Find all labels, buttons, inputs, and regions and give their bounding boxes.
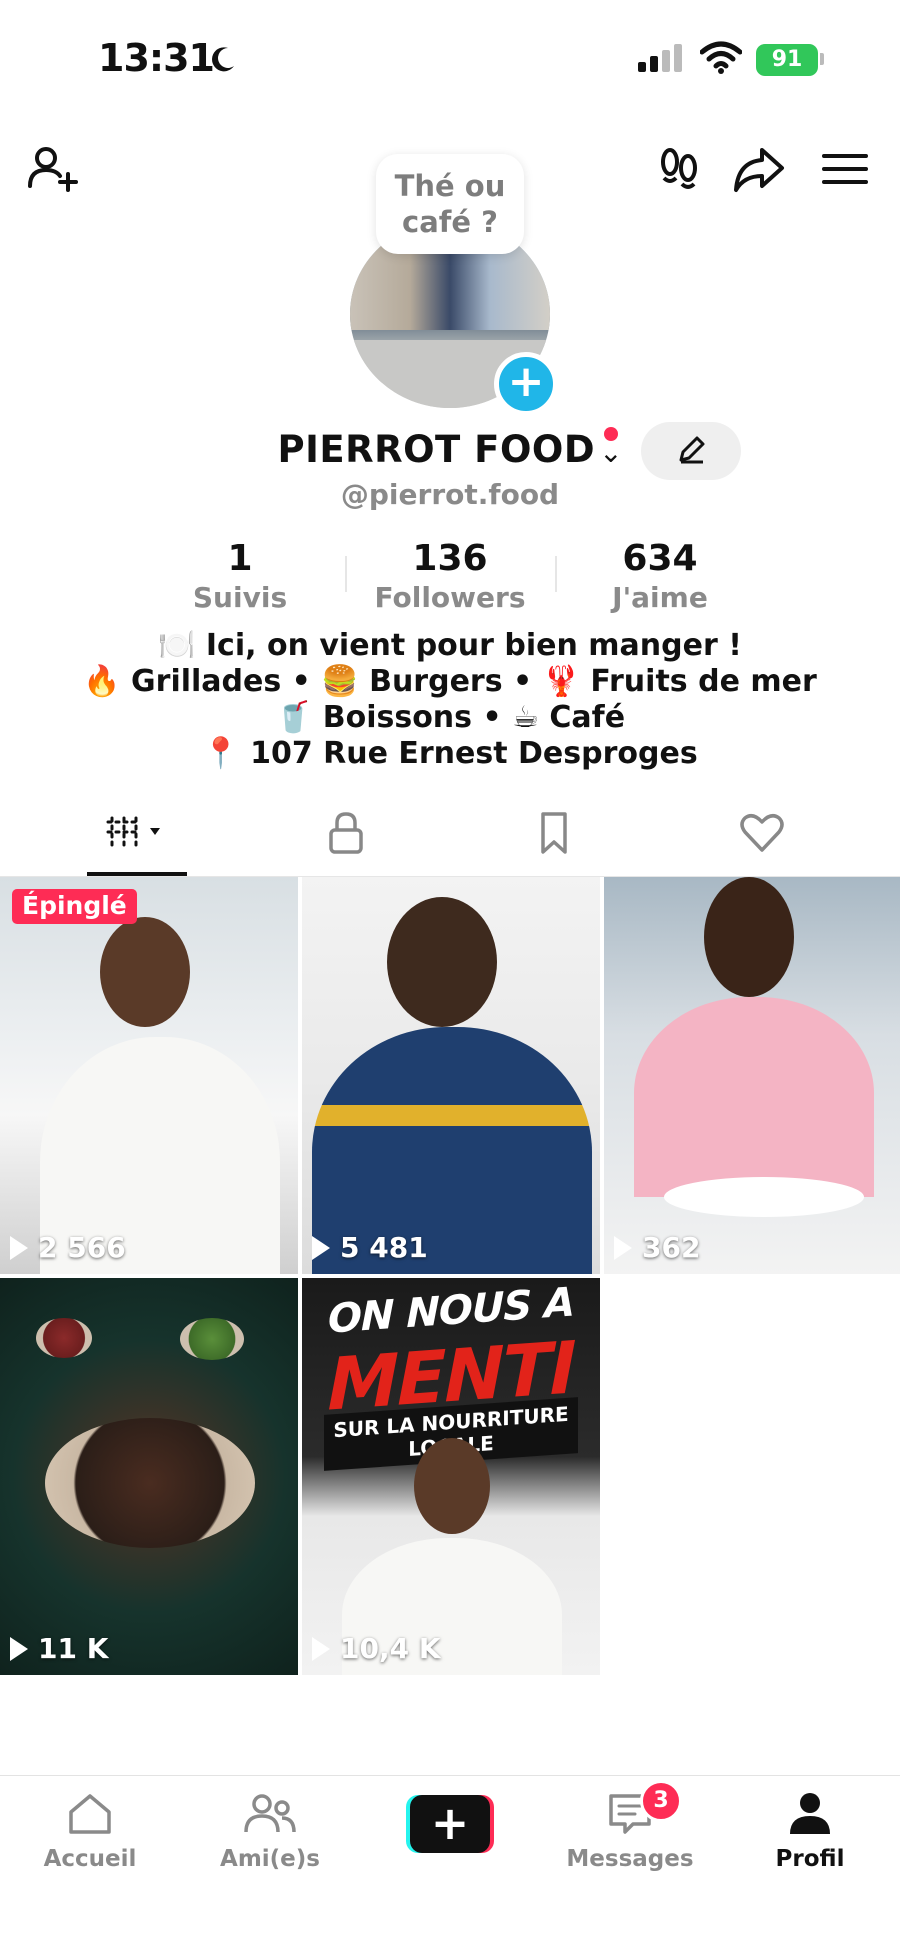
- status-note-bubble[interactable]: Thé ou café ?: [376, 154, 524, 254]
- view-count-value: 5 481: [340, 1231, 428, 1264]
- heart-icon: [739, 814, 784, 852]
- play-icon: [312, 1637, 330, 1661]
- wifi-icon: [700, 41, 742, 74]
- status-time: 13:31: [98, 36, 215, 80]
- battery-level: 91: [771, 47, 803, 72]
- stat-divider: [555, 556, 557, 592]
- stat-likes-value: 634: [622, 538, 698, 579]
- stat-likes[interactable]: 634 J'aime: [570, 538, 750, 614]
- view-count: 10,4 K: [312, 1632, 441, 1665]
- play-icon: [312, 1236, 330, 1260]
- video-thumbnail-person: [704, 877, 794, 997]
- menu-icon[interactable]: [816, 140, 874, 198]
- plus-icon: +: [410, 1795, 490, 1853]
- play-icon: [614, 1236, 632, 1260]
- stat-likes-label: J'aime: [612, 581, 708, 614]
- footprint-icon[interactable]: [650, 140, 708, 198]
- nav-messages[interactable]: Messages: [540, 1790, 720, 1872]
- username: @pierrot.food: [340, 478, 560, 511]
- nav-friends[interactable]: Ami(e)s: [180, 1790, 360, 1872]
- nav-messages-label: Messages: [566, 1846, 694, 1872]
- stat-followers[interactable]: 136 Followers: [360, 538, 540, 614]
- pinned-badge: Épinglé: [12, 889, 137, 924]
- display-name[interactable]: PIERROT FOOD: [277, 428, 595, 471]
- nav-profile[interactable]: Profil: [720, 1790, 900, 1872]
- home-icon: [69, 1794, 111, 1834]
- video-thumbnail-plate: [664, 1177, 864, 1217]
- view-count-value: 11 K: [38, 1632, 109, 1665]
- share-icon[interactable]: [730, 140, 788, 198]
- video-thumbnail-person: [387, 897, 497, 1027]
- cellular-signal-icon: [638, 44, 686, 72]
- tab-saved[interactable]: [441, 808, 666, 872]
- video-thumbnail-dish: [45, 1418, 255, 1548]
- tab-liked[interactable]: [649, 808, 874, 872]
- video-thumbnail-bowl: [36, 1318, 92, 1358]
- view-count-value: 10,4 K: [340, 1632, 441, 1665]
- video-tile[interactable]: 5 481: [302, 877, 600, 1274]
- friends-icon: [244, 1794, 296, 1833]
- bio: 🍽️ Ici, on vient pour bien manger ! 🔥 Gr…: [0, 628, 900, 772]
- tab-private[interactable]: [233, 808, 458, 872]
- view-count: 362: [614, 1231, 700, 1264]
- video-tile[interactable]: 11 K: [0, 1278, 298, 1675]
- messages-badge: 3: [640, 1780, 682, 1822]
- video-thumbnail: [634, 997, 874, 1197]
- tab-videos[interactable]: [25, 808, 250, 872]
- bio-line: 📍 107 Rue Ernest Desproges: [202, 736, 698, 771]
- divider: [0, 1775, 900, 1776]
- stat-following-label: Suivis: [192, 581, 288, 614]
- view-count: 2 566: [10, 1231, 126, 1264]
- battery-indicator: 91: [756, 44, 818, 76]
- bio-line: 🔥 Grillades • 🍔 Burgers • 🦞 Fruits de me…: [83, 664, 817, 699]
- view-count: 5 481: [312, 1231, 428, 1264]
- bookmark-icon: [540, 812, 567, 854]
- stat-following-value: 1: [227, 538, 253, 579]
- battery-cap: [820, 53, 824, 65]
- add-friend-icon[interactable]: [24, 140, 82, 198]
- lock-icon: [328, 812, 363, 854]
- play-icon: [10, 1236, 28, 1260]
- stat-followers-value: 136: [412, 538, 488, 579]
- nav-home[interactable]: Accueil: [0, 1790, 180, 1872]
- video-thumbnail-person: [100, 917, 190, 1027]
- play-icon: [10, 1637, 28, 1661]
- view-count-value: 362: [642, 1231, 701, 1264]
- video-tile[interactable]: 362: [604, 877, 900, 1274]
- edit-profile-button[interactable]: [641, 422, 741, 480]
- stat-divider: [345, 556, 347, 592]
- video-tile[interactable]: 2 566: [0, 877, 298, 1274]
- moon-icon: [212, 47, 234, 72]
- nav-friends-label: Ami(e)s: [220, 1846, 320, 1872]
- videos-grid-icon: [106, 816, 160, 848]
- add-avatar-button[interactable]: +: [494, 352, 558, 416]
- stat-followers-label: Followers: [374, 581, 526, 614]
- bio-line: 🍽️ Ici, on vient pour bien manger !: [158, 628, 742, 663]
- nav-home-label: Accueil: [43, 1846, 137, 1872]
- name-row: PIERROT FOOD ⌄: [0, 428, 900, 471]
- video-thumbnail-person: [414, 1438, 490, 1534]
- create-button[interactable]: +: [406, 1795, 494, 1853]
- notification-dot: [604, 427, 618, 441]
- video-thumbnail-bowl: [180, 1318, 244, 1360]
- stat-following[interactable]: 1 Suivis: [150, 538, 330, 614]
- view-count: 11 K: [10, 1632, 108, 1665]
- profile-icon: [790, 1793, 830, 1834]
- nav-profile-label: Profil: [775, 1846, 845, 1872]
- view-count-value: 2 566: [38, 1231, 126, 1264]
- bio-line: 🥤 Boissons • ☕ Café: [274, 700, 626, 735]
- pencil-icon: [679, 436, 705, 464]
- video-tile[interactable]: ON NOUS A MENTI SUR LA NOURRITURE LOCALE…: [302, 1278, 600, 1675]
- status-note-text: Thé ou café ?: [394, 169, 506, 239]
